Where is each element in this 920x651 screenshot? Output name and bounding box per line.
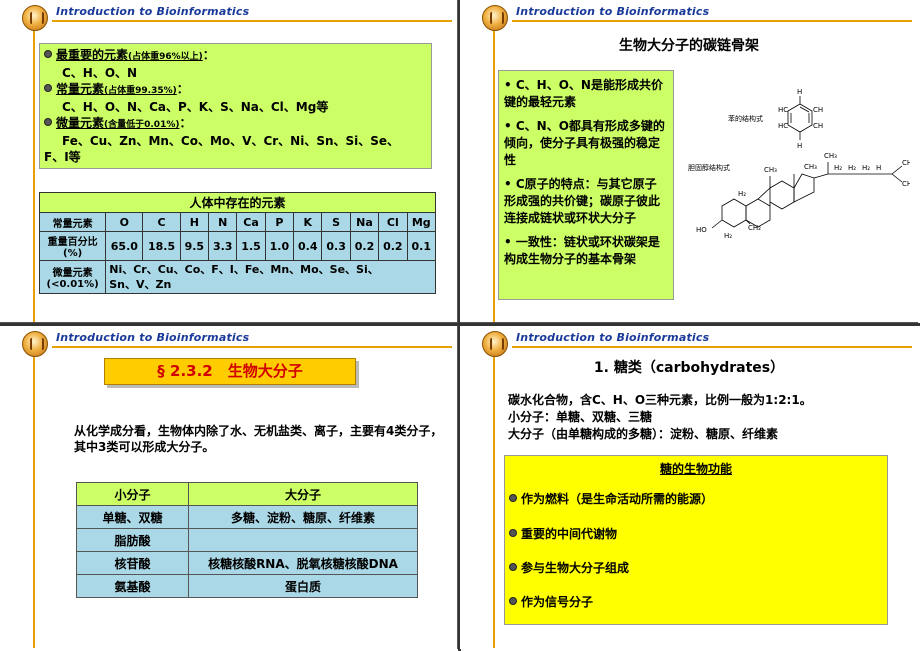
points-box: • C、H、O、N是能形成共价键的最轻元素 • C、N、O都具有形成多键的倾向，… [498,70,674,300]
svg-text:HC: HC [778,106,788,114]
table-title: 人体中存在的元素 [39,192,436,213]
slide-title: 生物大分子的碳链骨架 [619,38,759,54]
svg-text:H: H [797,142,802,150]
table-row: 核苷酸 核糖核酸RNA、脱氧核糖核酸DNA [76,551,418,575]
svg-text:H₂: H₂ [724,232,732,240]
bullet-icon [509,563,517,571]
table-header-row: 小分子 大分子 [76,482,418,506]
university-logo-icon [482,5,508,31]
description-text: 碳水化合物，含C、H、O三种元素，比例一般为1:2:1。 小分子：单糖、双糖、三… [508,393,812,441]
slide-header: Introduction to Bioinformatics [56,5,250,18]
svg-text:H: H [876,164,881,172]
section-title: § 2.3.2 生物大分子 [104,358,356,385]
university-logo-icon [22,5,48,31]
benzene-ring [787,96,813,140]
university-logo-icon [22,331,48,357]
bullet-icon [509,529,517,537]
slide-1: Introduction to Bioinformatics 最重要的元素(占体… [0,0,458,323]
svg-text:H₂: H₂ [738,190,746,198]
table-row: 氨基酸 蛋白质 [76,574,418,598]
cholesterol-label: 胆固醇结构式 [688,163,730,172]
svg-text:CH₃: CH₃ [804,163,817,171]
list-item: 常量元素(占体重99.35%)： [44,81,427,99]
bullet-icon [44,118,52,126]
intro-text: 从化学成分看，生物体内除了水、无机盐类、离子，主要有4类分子，其中3类可以形成大… [74,424,443,454]
list-item: • 一致性：链状或环状碳架是构成生物分子的基本骨架 [504,235,660,266]
list-item: • C原子的特点：与其它原子形成强的共价键；碳原子彼此连接成链状或环状大分子 [504,177,661,225]
list-item: 参与生物大分子组成 [509,559,629,576]
accent-line [512,20,912,22]
list-item: • C、H、O、N是能形成共价键的最轻元素 [504,78,663,109]
svg-text:CH₃: CH₃ [902,180,910,188]
table-row: 重量百分比 (%) 65.0 18.5 9.5 3.3 1.5 1.0 0.4 0… [38,231,437,261]
slide-3: Introduction to Bioinformatics § 2.3.2 生… [0,326,458,649]
list-item: 作为信号分子 [509,593,593,610]
svg-text:CH: CH [813,106,823,114]
bullet-icon [44,84,52,92]
molecules-table: 小分子 大分子 单糖、双糖 多糖、淀粉、糖原、纤维素 脂肪酸 核苷酸 核糖核酸R… [76,482,418,598]
list-item: 作为燃料（是生命活动所需的能源） [509,490,713,507]
slide-header: Introduction to Bioinformatics [516,331,710,344]
box-title: 糖的生物功能 [659,462,732,476]
accent-line [52,346,452,348]
bullet-icon [44,50,52,58]
svg-text:CH₃: CH₃ [764,166,777,174]
elements-box: 最重要的元素(占体重96%以上)： C、H、O、N 常量元素(占体重99.35%… [39,43,432,169]
svg-text:H₂: H₂ [862,164,870,172]
chemical-structures-diagram: 苯的结构式 H H HC HC CH CH 胆固醇结构式 HO CH₃ CH₃ … [688,88,910,240]
svg-text:HC: HC [778,122,788,130]
list-item: 重要的中间代谢物 [509,525,617,542]
functions-box: 糖的生物功能 作为燃料（是生命活动所需的能源） 重要的中间代谢物 参与生物大分子… [504,455,888,625]
list-item: 微量元素(含量低于0.01%)： [44,115,427,133]
svg-text:CH: CH [813,122,823,130]
element-values: F、I等 [44,150,81,164]
bullet-icon [509,494,517,502]
slide-header: Introduction to Bioinformatics [516,5,710,18]
accent-line [33,352,35,648]
list-item: 最重要的元素(占体重96%以上)： [44,47,427,65]
element-values: Fe、Cu、Zn、Mn、Co、Mo、V、Cr、Ni、Sn、Si、Se、 [62,134,400,148]
accent-line [512,346,912,348]
element-values: C、H、O、N、Ca、P、K、S、Na、Cl、Mg等 [62,100,329,114]
table-row: 常量元素 O C H N Ca P K S Na Cl Mg [38,212,437,232]
accent-line [493,26,495,322]
svg-text:CH₃: CH₃ [824,152,837,160]
slide-2: Introduction to Bioinformatics 生物大分子的碳链骨… [460,0,918,323]
bullet-icon [509,597,517,605]
hydroxyl-label: HO [696,226,707,234]
accent-line [33,26,35,322]
university-logo-icon [482,331,508,357]
svg-text:H₂: H₂ [834,164,842,172]
slide-title: 1. 糖类（carbohydrates） [593,360,785,376]
list-item: • C、N、O都具有形成多键的倾向，使分子具有极强的稳定性 [504,119,665,167]
benzene-label: 苯的结构式 [728,114,763,123]
table-row: 脂肪酸 [76,528,418,552]
svg-text:H₂: H₂ [848,164,856,172]
svg-text:CH₃: CH₃ [902,159,910,167]
svg-text:CH₂: CH₂ [748,224,761,232]
element-values: C、H、O、N [62,66,138,80]
svg-text:H: H [797,88,802,96]
table-row: 单糖、双糖 多糖、淀粉、糖原、纤维素 [76,505,418,529]
table-row: 微量元素 (<0.01%) Ni、Cr、Cu、Co、F、I、Fe、Mn、Mo、Se… [38,260,436,294]
elements-table: 人体中存在的元素 常量元素 O C H N Ca P K S Na Cl Mg … [38,192,437,294]
slide-header: Introduction to Bioinformatics [56,331,250,344]
accent-line [493,352,495,648]
accent-line [52,20,452,22]
slide-4: Introduction to Bioinformatics 1. 糖类（car… [460,326,918,649]
